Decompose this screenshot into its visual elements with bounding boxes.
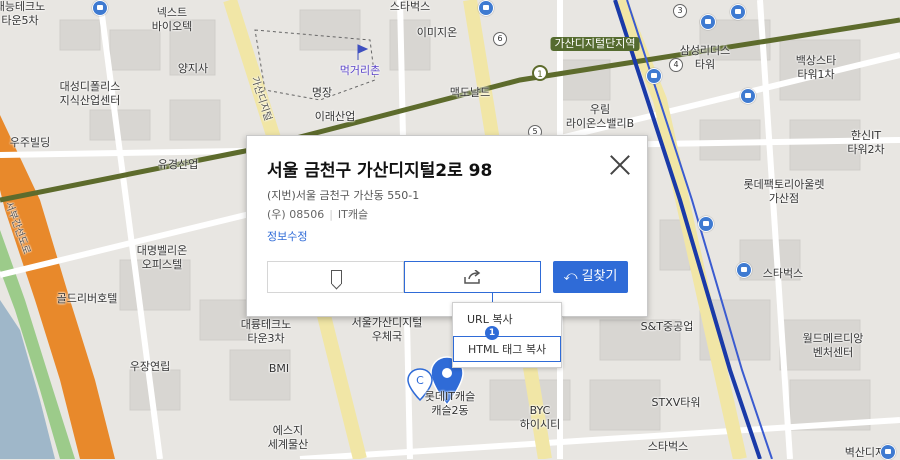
copy-url-item[interactable]: URL 복사	[453, 307, 561, 333]
postal-code: (우) 08506	[267, 208, 325, 221]
bus-stop-icon[interactable]	[646, 68, 662, 84]
directions-button[interactable]: ⤺ 길찾기	[553, 261, 628, 293]
place-label[interactable]: 양지사	[178, 62, 208, 76]
place-label[interactable]: 대성디폴리스 지식산업센터	[60, 80, 121, 108]
place-label[interactable]: 한신IT 타워2차	[847, 129, 884, 157]
place-label[interactable]: 스타벅스	[648, 440, 688, 454]
bus-stop-icon[interactable]	[740, 88, 756, 104]
place-label[interactable]: BYC 하이시티	[520, 404, 560, 432]
place-label[interactable]: 우림 라이온스밸리B	[566, 103, 634, 131]
save-button[interactable]	[267, 261, 404, 293]
place-label[interactable]: 골드리버호텔	[57, 292, 118, 306]
place-label[interactable]: 대명벨리온 오피스텔	[137, 244, 188, 272]
close-icon[interactable]	[609, 154, 631, 176]
address-info-popup: 서울 금천구 가산디지털2로 98 (지번)서울 금천구 가산동 550-1 (…	[246, 135, 648, 317]
edit-info-link[interactable]: 정보수정	[267, 228, 307, 244]
postal-info: (우) 08506 | IT캐슬	[267, 206, 368, 222]
place-label[interactable]: 맥도날드	[450, 86, 490, 100]
share-button[interactable]	[404, 261, 541, 293]
separator: |	[329, 208, 333, 221]
building-name: IT캐슬	[337, 208, 369, 221]
place-label[interactable]: 백상스타 타워1차	[796, 54, 836, 82]
share-menu: URL 복사 HTML 태그 복사	[452, 302, 562, 368]
bus-route-marker: 3	[673, 4, 687, 18]
directions-label: 길찾기	[581, 269, 618, 284]
bus-route-marker: 6	[493, 32, 507, 46]
place-label[interactable]: 우장연립	[130, 360, 170, 374]
share-icon	[464, 270, 481, 284]
directions-icon: ⤺	[563, 269, 578, 284]
place-label[interactable]: 넥스트 바이오텍	[152, 6, 192, 34]
svg-text:C: C	[416, 374, 424, 387]
station-label[interactable]: 가산디지털단지역	[550, 37, 640, 51]
step-badge: 1	[485, 326, 499, 340]
place-label[interactable]: 이래산업	[315, 110, 355, 124]
place-label[interactable]: 월드메르디앙 벤처센터	[803, 332, 864, 360]
place-label[interactable]: 스타벅스	[763, 267, 803, 281]
copy-html-tag-item[interactable]: HTML 태그 복사	[453, 336, 561, 362]
place-label[interactable]: 명장	[312, 86, 332, 100]
bus-stop-icon[interactable]	[880, 444, 896, 460]
bus-stop-icon[interactable]	[736, 262, 752, 278]
place-label[interactable]: S&T중공업	[641, 320, 694, 334]
address-title: 서울 금천구 가산디지털2로 98	[267, 161, 493, 181]
bus-stop-icon[interactable]	[478, 0, 494, 16]
place-label[interactable]: 롯데IT캐슬 캐슬2동	[425, 390, 475, 418]
lot-address: (지번)서울 금천구 가산동 550-1	[267, 189, 420, 202]
place-label[interactable]: 에스지 세계물산	[268, 424, 308, 452]
place-label[interactable]: 우주빌딩	[10, 136, 50, 150]
place-label[interactable]: 유경산업	[158, 158, 198, 172]
place-label[interactable]: STXV타워	[651, 396, 700, 410]
place-label[interactable]: 스타벅스	[390, 0, 430, 14]
place-label[interactable]: 이미지온	[417, 26, 457, 40]
place-label[interactable]: 대륭테크노 타운3차	[241, 318, 292, 346]
place-label[interactable]: 재능테크노 타운5차	[0, 0, 45, 28]
bus-stop-icon[interactable]	[700, 14, 716, 30]
bus-stop-icon[interactable]	[92, 0, 108, 16]
svg-text:1: 1	[537, 70, 543, 80]
place-label[interactable]: 서울가산디지털 우체국	[352, 316, 423, 344]
place-label[interactable]: 먹거리촌	[340, 64, 380, 78]
bus-stop-icon[interactable]	[698, 216, 714, 232]
bus-route-marker: 4	[669, 58, 683, 72]
place-label[interactable]: BMI	[269, 362, 289, 376]
place-label[interactable]: 롯데팩토리아울렛 가산점	[744, 178, 825, 206]
bookmark-icon	[331, 270, 342, 284]
bus-stop-icon[interactable]	[730, 4, 746, 20]
place-label[interactable]: 삼성리더스 타워	[680, 44, 731, 72]
